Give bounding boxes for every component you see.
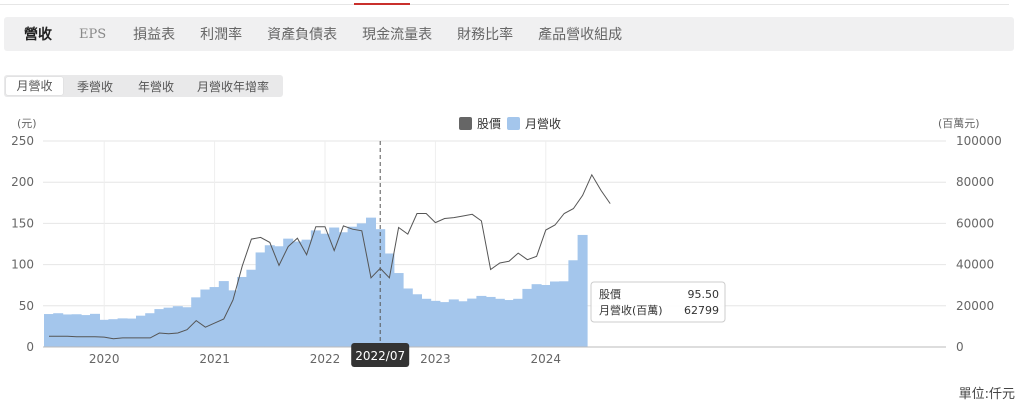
x-tick-label: 2020 bbox=[89, 352, 120, 366]
revenue-bar[interactable] bbox=[531, 284, 542, 347]
revenue-bar[interactable] bbox=[301, 239, 312, 347]
revenue-bar[interactable] bbox=[90, 313, 100, 347]
revenue-bar[interactable] bbox=[476, 295, 487, 347]
revenue-bar[interactable] bbox=[99, 319, 110, 347]
revenue-bar[interactable] bbox=[80, 315, 91, 347]
revenue-bar[interactable] bbox=[577, 234, 588, 347]
y-tick-right: 20000 bbox=[956, 299, 994, 313]
revenue-bar[interactable] bbox=[467, 298, 478, 347]
revenue-bars bbox=[44, 217, 588, 347]
revenue-bar[interactable] bbox=[568, 260, 579, 347]
revenue-bar[interactable] bbox=[485, 296, 496, 347]
revenue-bar[interactable] bbox=[329, 227, 340, 347]
y-tick-right: 40000 bbox=[956, 258, 994, 272]
revenue-bar[interactable] bbox=[264, 245, 275, 347]
revenue-bar[interactable] bbox=[504, 300, 514, 347]
unit-note: 單位:仟元 bbox=[958, 387, 1015, 402]
crosshair-date-badge: 2022/07 bbox=[351, 343, 410, 367]
x-tick-label: 2021 bbox=[199, 352, 230, 366]
revenue-bar[interactable] bbox=[338, 232, 349, 347]
revenue-bar[interactable] bbox=[522, 288, 533, 347]
revenue-bar[interactable] bbox=[448, 299, 459, 347]
revenue-bar[interactable] bbox=[402, 288, 413, 347]
revenue-bar[interactable] bbox=[550, 281, 560, 347]
revenue-bar[interactable] bbox=[274, 246, 284, 347]
revenue-bar[interactable] bbox=[494, 298, 505, 347]
revenue-bar[interactable] bbox=[366, 217, 376, 347]
revenue-bar[interactable] bbox=[283, 238, 294, 347]
revenue-bar[interactable] bbox=[191, 297, 202, 347]
y-tick-left: 0 bbox=[26, 340, 34, 354]
revenue-bar[interactable] bbox=[559, 281, 570, 347]
revenue-bar[interactable] bbox=[347, 226, 358, 347]
tooltip-price-label: 股價 bbox=[599, 287, 621, 301]
legend-revenue-swatch bbox=[507, 117, 520, 130]
revenue-bar[interactable] bbox=[356, 223, 367, 347]
tooltip-revenue-label: 月營收(百萬) bbox=[599, 303, 663, 317]
revenue-bar[interactable] bbox=[292, 241, 303, 347]
revenue-bar[interactable] bbox=[255, 252, 266, 347]
revenue-bar[interactable] bbox=[172, 306, 183, 347]
revenue-bar[interactable] bbox=[182, 307, 192, 347]
x-axis-ticks: 2020 2021 2022 2023 2024 bbox=[43, 346, 946, 366]
revenue-bar[interactable] bbox=[439, 302, 450, 347]
revenue-bar[interactable] bbox=[430, 300, 441, 347]
x-tick-label: 2023 bbox=[420, 352, 451, 366]
revenue-bar[interactable] bbox=[108, 319, 119, 347]
y-tick-left: 250 bbox=[11, 134, 34, 148]
revenue-bar[interactable] bbox=[513, 298, 524, 347]
revenue-bar[interactable] bbox=[320, 233, 330, 347]
revenue-bar[interactable] bbox=[136, 315, 146, 347]
revenue-bar[interactable] bbox=[310, 230, 321, 347]
revenue-bar[interactable] bbox=[458, 301, 468, 347]
revenue-bar[interactable] bbox=[44, 314, 54, 347]
chart-legend: 股價 月營收 bbox=[459, 117, 561, 131]
revenue-bar[interactable] bbox=[163, 307, 174, 347]
x-tick-label: 2022 bbox=[310, 352, 341, 366]
revenue-bar[interactable] bbox=[53, 313, 64, 347]
revenue-bar[interactable] bbox=[412, 294, 422, 347]
revenue-bar[interactable] bbox=[126, 318, 137, 347]
y-tick-right: 100000 bbox=[956, 134, 1002, 148]
y-tick-left: 150 bbox=[11, 216, 34, 230]
legend-price-label[interactable]: 股價 bbox=[477, 117, 501, 131]
revenue-price-chart: (元) (百萬元) 股價 月營收 0 0 50 20000 100 40000 150 600… bbox=[11, 117, 1002, 367]
y-tick-right: 0 bbox=[956, 340, 964, 354]
revenue-bar[interactable] bbox=[421, 298, 432, 347]
left-axis-unit: (元) bbox=[17, 117, 37, 130]
y-tick-right: 80000 bbox=[956, 175, 994, 189]
legend-revenue-label[interactable]: 月營收 bbox=[525, 117, 561, 131]
data-tooltip: 股價 95.50 月營收(百萬) 62799 bbox=[590, 281, 726, 323]
tooltip-price-value: 95.50 bbox=[688, 288, 720, 301]
revenue-bar[interactable] bbox=[71, 314, 82, 347]
revenue-bar[interactable] bbox=[117, 318, 128, 347]
revenue-bar[interactable] bbox=[540, 284, 551, 347]
y-tick-left: 200 bbox=[11, 175, 34, 189]
x-tick-label: 2024 bbox=[531, 352, 562, 366]
revenue-bar[interactable] bbox=[154, 309, 165, 347]
right-axis-unit: (百萬元) bbox=[938, 117, 980, 130]
legend-price-swatch bbox=[459, 117, 472, 130]
revenue-bar[interactable] bbox=[218, 281, 229, 347]
revenue-bar[interactable] bbox=[200, 289, 211, 347]
y-tick-left: 100 bbox=[11, 258, 34, 272]
tooltip-revenue-value: 62799 bbox=[684, 304, 719, 317]
revenue-bar[interactable] bbox=[384, 253, 395, 347]
revenue-bar[interactable] bbox=[209, 287, 220, 347]
revenue-bar[interactable] bbox=[237, 276, 248, 347]
revenue-bar[interactable] bbox=[145, 313, 156, 347]
revenue-bar[interactable] bbox=[62, 314, 73, 347]
revenue-bar[interactable] bbox=[393, 273, 404, 347]
y-tick-right: 60000 bbox=[956, 216, 994, 230]
revenue-bar[interactable] bbox=[246, 269, 257, 347]
date-badge-text: 2022/07 bbox=[355, 349, 405, 363]
y-tick-left: 50 bbox=[19, 299, 34, 313]
